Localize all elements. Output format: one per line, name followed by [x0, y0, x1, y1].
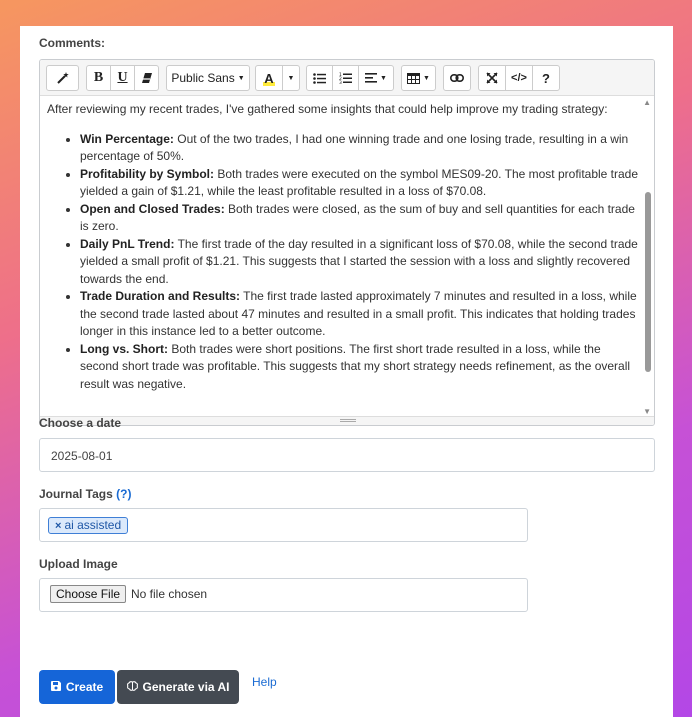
bold-icon: B: [93, 70, 104, 85]
upload-field[interactable]: Choose File No file chosen: [39, 578, 528, 612]
font-family-value: Public Sans: [171, 71, 235, 85]
list-item-title: Profitability by Symbol:: [80, 166, 215, 181]
help-link[interactable]: Help: [252, 675, 277, 689]
tag-label: ai assisted: [64, 518, 122, 532]
scrollbar-thumb[interactable]: [645, 192, 651, 372]
comments-label: Comments:: [39, 36, 106, 50]
font-color-icon: A: [263, 70, 275, 86]
date-value: 2025-08-01: [51, 449, 113, 463]
code-view-button[interactable]: </>: [505, 65, 533, 91]
list-item-title: Long vs. Short:: [80, 341, 168, 356]
editor-resize-handle[interactable]: [40, 416, 654, 425]
table-icon: [407, 72, 421, 84]
save-icon: [50, 680, 61, 694]
journal-tags-label: Journal Tags (?): [39, 487, 131, 501]
table-dropdown[interactable]: ▼: [401, 65, 436, 91]
list-item: Trade Duration and Results: The first tr…: [80, 288, 641, 341]
editor-help-button[interactable]: ?: [532, 65, 560, 91]
insert-link-button[interactable]: [443, 65, 471, 91]
journal-tags-label-text: Journal Tags: [39, 487, 113, 501]
code-icon: </>: [511, 72, 527, 84]
list-item: Daily PnL Trend: The first trade of the …: [80, 236, 641, 289]
font-family-dropdown[interactable]: Public Sans ▼: [166, 65, 250, 91]
file-status-text: No file chosen: [131, 587, 208, 601]
list-item: Win Percentage: Out of the two trades, I…: [80, 131, 641, 166]
scroll-down-icon[interactable]: ▼: [643, 407, 651, 416]
chevron-down-icon: ▼: [237, 74, 245, 82]
date-input[interactable]: 2025-08-01: [39, 438, 655, 472]
numbered-list-button[interactable]: 123: [332, 65, 359, 91]
list-item: Long vs. Short: Both trades were short p…: [80, 341, 641, 394]
generate-via-ai-button[interactable]: Generate via AI: [117, 670, 239, 704]
chevron-down-icon: ▼: [423, 74, 430, 82]
eraser-icon: [141, 72, 153, 84]
list-item: Profitability by Symbol: Both trades wer…: [80, 166, 641, 201]
bullet-list-icon: [313, 72, 326, 84]
list-item: Open and Closed Trades: Both trades were…: [80, 201, 641, 236]
align-left-icon: [365, 73, 378, 83]
list-item-title: Daily PnL Trend:: [80, 236, 175, 251]
journal-form-card: Comments: B U Public Sans ▼ A ▼ 1 2 3 ▼ …: [20, 26, 673, 717]
list-item-title: Win Percentage:: [80, 131, 174, 146]
font-color-dropdown[interactable]: ▼: [282, 65, 300, 91]
bold-button[interactable]: B: [86, 65, 111, 91]
tag-chip: × ai assisted: [48, 517, 129, 534]
remove-tag-icon[interactable]: ×: [55, 520, 61, 532]
numbered-list-icon: 123: [339, 72, 352, 84]
list-item-title: Open and Closed Trades:: [80, 201, 225, 216]
tags-input[interactable]: × ai assisted: [39, 508, 528, 542]
paragraph-align-dropdown[interactable]: ▼: [358, 65, 394, 91]
underline-button[interactable]: U: [110, 65, 135, 91]
underline-icon: U: [117, 70, 128, 85]
bullet-list-button[interactable]: [306, 65, 333, 91]
link-icon: [450, 74, 464, 82]
editor-content[interactable]: After reviewing my recent trades, I've g…: [47, 98, 641, 415]
choose-file-button[interactable]: Choose File: [50, 585, 127, 603]
intro-paragraph: After reviewing my recent trades, I've g…: [47, 102, 608, 116]
insights-list: Win Percentage: Out of the two trades, I…: [47, 131, 641, 394]
font-color-button[interactable]: A: [255, 65, 283, 91]
magic-wand-button[interactable]: [46, 65, 79, 91]
expand-icon: [486, 72, 498, 84]
magic-wand-icon: [56, 71, 70, 85]
editor-toolbar: B U Public Sans ▼ A ▼ 1 2 3 ▼ ▼ </> ?: [40, 60, 654, 96]
create-button[interactable]: Create: [39, 670, 115, 704]
help-icon: ?: [542, 70, 550, 86]
brain-icon: [126, 680, 138, 694]
comments-editor[interactable]: B U Public Sans ▼ A ▼ 1 2 3 ▼ ▼ </> ? Af…: [39, 59, 655, 426]
chevron-down-icon: ▼: [380, 74, 387, 82]
generate-button-label: Generate via AI: [142, 680, 230, 694]
scroll-up-icon[interactable]: ▲: [643, 98, 651, 107]
tags-help-link[interactable]: (?): [116, 487, 131, 501]
upload-label: Upload Image: [39, 557, 118, 571]
clear-format-button[interactable]: [134, 65, 159, 91]
list-item-title: Trade Duration and Results:: [80, 289, 241, 303]
date-label: Choose a date: [39, 416, 122, 430]
chevron-down-icon: ▼: [287, 74, 295, 82]
grip-icon: [340, 419, 356, 420]
editor-scrollbar[interactable]: ▲ ▼: [641, 96, 654, 418]
svg-text:3: 3: [339, 80, 342, 84]
fullscreen-button[interactable]: [478, 65, 506, 91]
create-button-label: Create: [65, 680, 104, 694]
